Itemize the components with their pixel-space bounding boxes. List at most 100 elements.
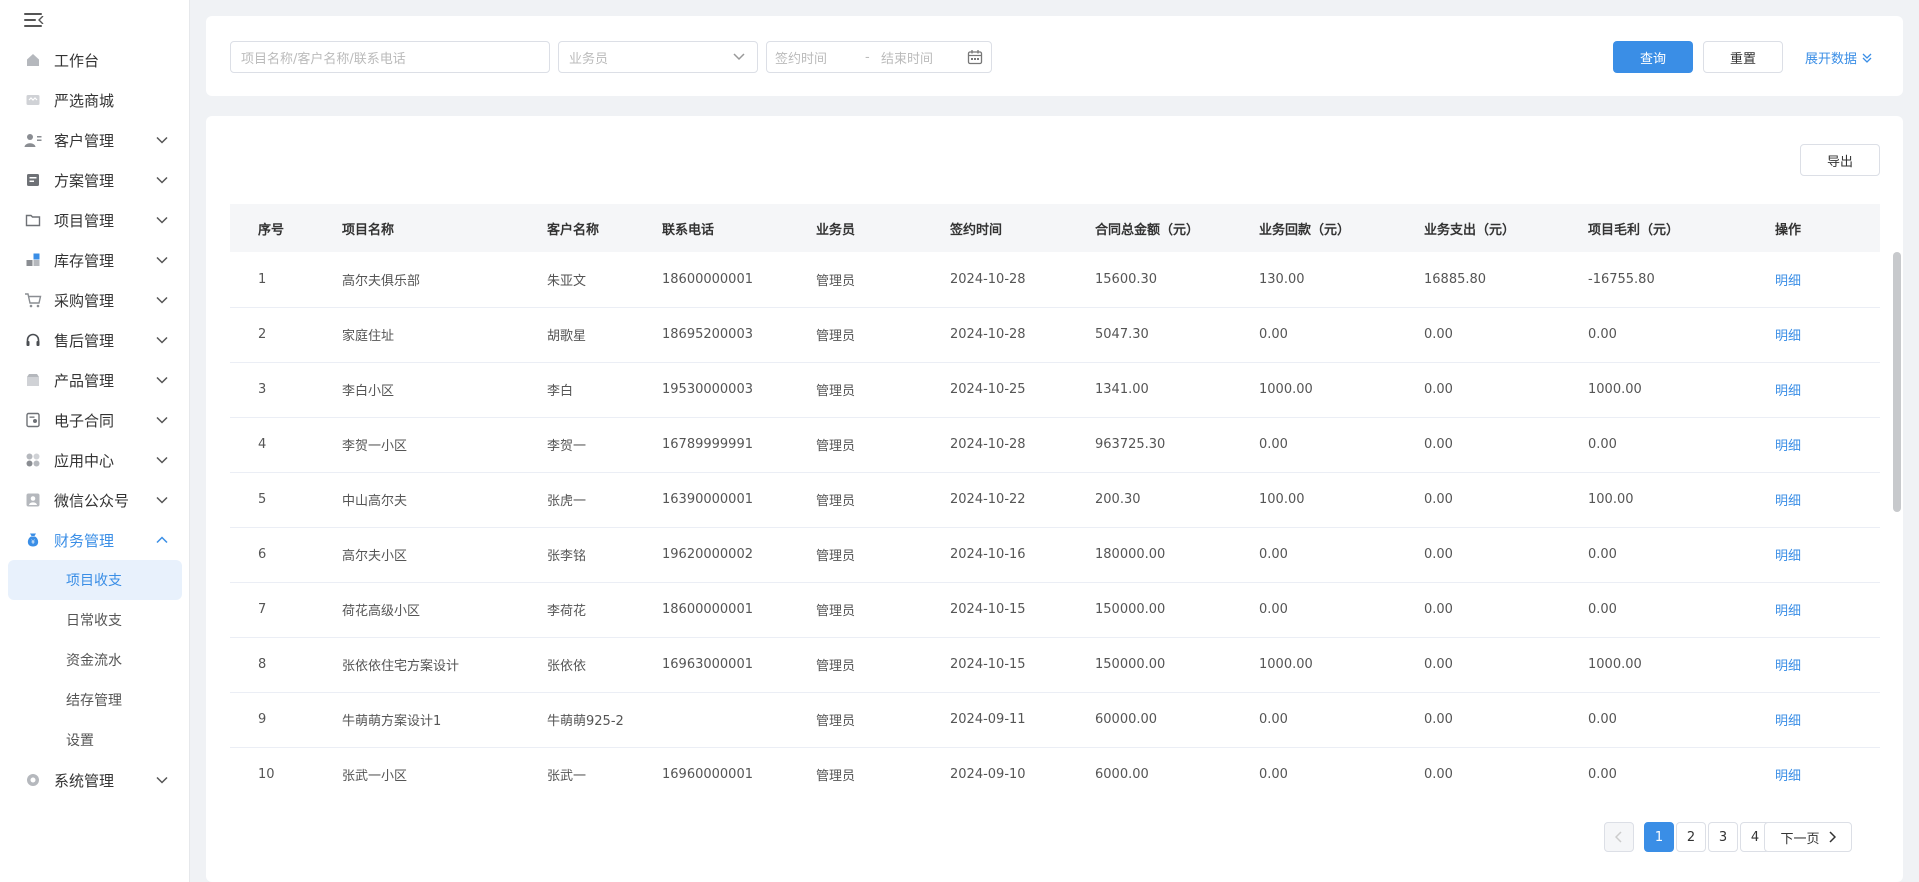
chevron-down-icon	[733, 53, 745, 61]
cell-profit: 0.00	[1588, 327, 1617, 342]
reset-button[interactable]: 重置	[1703, 41, 1783, 73]
sidebar-item[interactable]: 严选商城	[0, 80, 190, 120]
sidebar-item[interactable]: 工作台	[0, 40, 190, 80]
cell-date: 2024-10-15	[950, 602, 1026, 617]
cell-customer: 朱亚文	[547, 273, 587, 289]
menu-collapse-icon[interactable]	[24, 12, 44, 28]
cell-expense: 0.00	[1424, 547, 1453, 562]
cell-profit: 0.00	[1588, 767, 1617, 782]
double-chevron-down-icon	[1862, 53, 1872, 63]
expand-data-link[interactable]: 展开数据	[1805, 48, 1873, 67]
sidebar-item[interactable]: 库存管理	[0, 240, 190, 280]
column-header: 业务支出（元）	[1424, 222, 1516, 238]
data-table-wrap: 序号 项目名称 客户名称 联系电话 业务员 签约时间 合同总金额（元） 业务回款（元） 业务支出…	[230, 204, 1880, 784]
cell-phone: 18600000001	[662, 602, 753, 617]
detail-link[interactable]: 明细	[1775, 439, 1801, 454]
sign-date-range[interactable]: 签约时间 - 结束时间	[766, 41, 992, 73]
sidebar-item[interactable]: 微信公众号	[0, 480, 190, 520]
cell-profit: 100.00	[1588, 492, 1634, 507]
sidebar-item[interactable]: 采购管理	[0, 280, 190, 320]
table-card: 导出 序号 项目名称 客户名称 联系电话 业务员 签约时间 合同总金额（元） 业务回款（元） 业…	[206, 116, 1903, 882]
cell-expense: 0.00	[1424, 712, 1453, 727]
scrollbar-thumb[interactable]	[1893, 252, 1901, 512]
sidebar-item[interactable]: 系统管理	[0, 760, 190, 800]
cell-total: 150000.00	[1095, 602, 1166, 617]
sidebar-item[interactable]: 售后管理	[0, 320, 190, 360]
cell-phone: 18600000001	[662, 271, 753, 287]
sidebar-item[interactable]: ¥ 财务管理	[0, 520, 190, 560]
cell-sales: 管理员	[816, 714, 856, 729]
page-button[interactable]: 3	[1708, 822, 1738, 852]
cell-op: 明细	[1775, 417, 1880, 472]
next-page-button[interactable]: 下一页	[1764, 822, 1852, 852]
sidebar-item[interactable]: 方案管理	[0, 160, 190, 200]
cell-profit: 0.00	[1588, 547, 1617, 562]
chevron-down-icon	[156, 256, 168, 264]
detail-link[interactable]: 明细	[1775, 604, 1801, 619]
detail-link[interactable]: 明细	[1775, 494, 1801, 509]
folder-icon	[24, 211, 42, 229]
column-header: 项目名称	[342, 222, 395, 238]
cell-no: 1	[258, 271, 267, 287]
system-icon	[24, 771, 42, 789]
table-row: 1 高尔夫俱乐部 朱亚文 18600000001 管理员 2024-10-28 15600.…	[230, 252, 1880, 307]
calendar-icon[interactable]	[967, 49, 983, 65]
cell-received: 1000.00	[1259, 657, 1313, 672]
cell-op: 明细	[1775, 637, 1880, 692]
salesperson-select[interactable]: 业务员	[558, 41, 758, 73]
chevron-up-icon	[156, 536, 168, 544]
money-bag-icon: ¥	[24, 531, 42, 549]
next-page-label: 下一页	[1780, 831, 1820, 847]
cell-project: 中山高尔夫	[342, 494, 408, 509]
wechat-icon	[24, 491, 42, 509]
cell-total: 60000.00	[1095, 712, 1158, 727]
page-button[interactable]: 2	[1676, 822, 1706, 852]
svg-text:¥: ¥	[31, 539, 35, 546]
cell-customer: 李荷花	[547, 604, 587, 619]
sidebar-subitem[interactable]: 结存管理	[0, 680, 190, 720]
cell-sales: 管理员	[816, 273, 856, 289]
sidebar-subitem[interactable]: 日常收支	[0, 600, 190, 640]
detail-link[interactable]: 明细	[1775, 384, 1801, 399]
sidebar-subitem[interactable]: 资金流水	[0, 640, 190, 680]
column-header: 签约时间	[950, 222, 1003, 238]
query-button[interactable]: 查询	[1613, 41, 1693, 73]
sidebar-item[interactable]: 项目管理	[0, 200, 190, 240]
sidebar-item-label: 工作台	[54, 51, 100, 70]
cell-date: 2024-10-16	[950, 547, 1026, 562]
detail-link[interactable]: 明细	[1775, 769, 1801, 784]
cell-op: 明细	[1775, 307, 1880, 362]
detail-link[interactable]: 明细	[1775, 549, 1801, 564]
column-header: 客户名称	[547, 222, 600, 238]
cell-project: 李白小区	[342, 384, 395, 399]
sidebar-item-label: 电子合同	[54, 411, 115, 430]
sidebar-item[interactable]: 应用中心	[0, 440, 190, 480]
sidebar-item-label: 财务管理	[54, 531, 115, 550]
table-scrollbar[interactable]	[1893, 252, 1901, 784]
export-button[interactable]: 导出	[1800, 144, 1880, 176]
sidebar-item[interactable]: 客户管理	[0, 120, 190, 160]
cell-received: 0.00	[1259, 712, 1288, 727]
cell-sales: 管理员	[816, 329, 856, 344]
column-header: 业务员	[816, 222, 856, 238]
cell-no: 9	[258, 712, 267, 727]
cell-expense: 0.00	[1424, 437, 1453, 452]
detail-link[interactable]: 明细	[1775, 274, 1801, 289]
cell-sales: 管理员	[816, 549, 856, 564]
detail-link[interactable]: 明细	[1775, 659, 1801, 674]
column-header: 项目毛利（元）	[1588, 222, 1680, 238]
detail-link[interactable]: 明细	[1775, 329, 1801, 344]
sidebar-item[interactable]: 产品管理	[0, 360, 190, 400]
detail-link[interactable]: 明细	[1775, 714, 1801, 729]
cell-phone: 19530000003	[662, 382, 753, 397]
prev-page-button[interactable]	[1604, 822, 1634, 852]
search-input[interactable]: 项目名称/客户名称/联系电话	[230, 41, 550, 73]
page-button[interactable]: 1	[1644, 822, 1674, 852]
store-icon	[24, 91, 42, 109]
sidebar-subitem[interactable]: 设置	[0, 720, 190, 760]
date-separator: -	[865, 49, 870, 65]
sidebar-item[interactable]: 电子合同	[0, 400, 190, 440]
cell-customer: 牛萌萌925-2	[547, 714, 624, 729]
cell-phone: 16789999991	[662, 437, 753, 452]
sidebar-subitem[interactable]: 项目收支	[8, 560, 182, 600]
